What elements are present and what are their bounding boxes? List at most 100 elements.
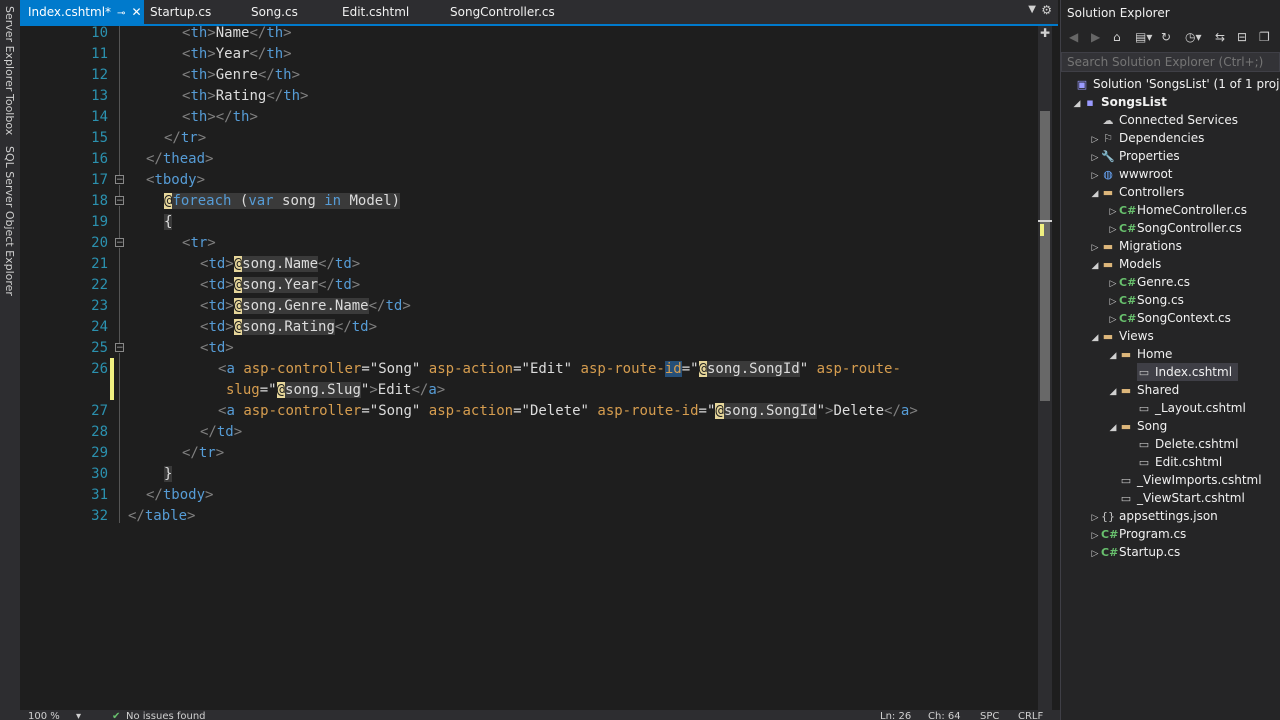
tab-label: Index.cshtml* [28,5,112,19]
solution-icon: ▣ [1076,78,1088,91]
expanded-arrow-icon[interactable]: ◢ [1107,419,1119,437]
line-number [60,380,108,401]
sync-icon[interactable]: ⇆ [1215,30,1225,44]
folder-icon: ▬ [1120,384,1132,397]
line-number: 10 [91,26,108,41]
tab-label: Startup.cs [150,5,212,19]
tree-item-startup-cs[interactable]: ▷ C#Startup.cs [1089,543,1181,563]
tree-item-solution[interactable]: ▣Solution 'SongsList' (1 of 1 project) [1075,75,1280,93]
close-icon[interactable]: ✕ [131,0,141,24]
outline-line [119,353,120,523]
tree-item-dependencies[interactable]: ▷ ⚐ Dependencies [1089,129,1205,147]
collapse-icon[interactable]: − [115,343,124,353]
show-all-files-icon[interactable]: ❐ [1259,30,1270,44]
line-number: 12 [91,67,108,83]
tree-item-layout-cshtml[interactable]: ▭ _Layout.cshtml [1137,399,1246,417]
server-explorer-tab[interactable]: Server Explorer [3,6,16,91]
tree-item-songcontext-cs[interactable]: ▷ C#SongContext.cs [1107,309,1231,327]
tree-item-views[interactable]: ◢ ▬ Views [1089,327,1154,345]
tree-item-wwwroot[interactable]: ▷ ◍ wwwroot [1089,165,1173,183]
tab-edit-cshtml[interactable]: Edit.cshtml [334,0,417,24]
line-number: 30 [91,466,108,482]
tree-item-migrations[interactable]: ▷ ▬ Migrations [1089,237,1182,255]
pin-icon[interactable]: ⊸ [117,2,125,26]
tree-item-viewimports[interactable]: ▭ _ViewImports.cshtml [1119,471,1262,489]
scrollbar-thumb[interactable] [1040,111,1050,401]
document-tab-bar: Index.cshtml* ⊸ ✕ Startup.cs Song.cs Edit.… [20,0,1058,24]
tree-item-properties[interactable]: ▷ 🔧 Properties [1089,147,1180,165]
zoom-level[interactable]: 100 % [28,710,60,720]
code-line: <th></th> [182,109,258,125]
issues-status[interactable]: No issues found [126,710,206,720]
tree-item-song-cs[interactable]: ▷ C#Song.cs [1107,291,1184,309]
switch-views-icon[interactable]: ▤▾ [1135,30,1152,44]
tree-item-homecontroller[interactable]: ▷ C#HomeController.cs [1107,201,1248,219]
tree-item-song-folder[interactable]: ◢ ▬ Song [1107,417,1168,437]
tab-song-cs[interactable]: Song.cs [243,0,306,24]
tree-item-project[interactable]: ◢ ▪ SongsList [1071,93,1167,111]
code-line: <a asp-controller="Song" asp-action="Del… [218,403,918,419]
collapsed-arrow-icon[interactable]: ▷ [1089,545,1101,563]
code-line: <a asp-controller="Song" asp-action="Edi… [218,361,901,377]
tab-songcontroller-cs[interactable]: SongController.cs [442,0,563,24]
expanded-arrow-icon[interactable]: ◢ [1107,383,1119,401]
tree-item-index-cshtml[interactable]: ▭ Index.cshtml [1137,363,1239,381]
collapse-icon[interactable]: − [115,196,124,206]
tab-startup-cs[interactable]: Startup.cs [142,0,219,24]
expanded-arrow-icon[interactable]: ◢ [1107,347,1119,365]
tab-index-cshtml[interactable]: Index.cshtml* ⊸ ✕ [20,0,144,24]
home-icon[interactable]: ⌂ [1113,30,1121,44]
tree-item-models[interactable]: ◢ ▬ Models [1089,255,1162,275]
tree-item-songcontroller[interactable]: ▷ C#SongController.cs [1107,219,1242,237]
tree-item-delete-cshtml[interactable]: ▭ Delete.cshtml [1137,435,1239,453]
folder-icon: ▬ [1120,348,1132,361]
razor-file-icon: ▭ [1120,474,1132,487]
line-number: 24 [91,319,108,335]
expanded-arrow-icon[interactable]: ◢ [1089,329,1101,347]
tab-label: Edit.cshtml [342,5,410,19]
tree-item-controllers[interactable]: ◢ ▬ Controllers [1089,183,1185,203]
line-number: 28 [91,424,108,440]
zoom-dropdown-icon[interactable]: ▾ [76,710,81,720]
code-line: </tr> [182,445,225,461]
tree-item-genre-cs[interactable]: ▷ C#Genre.cs [1107,273,1190,291]
gear-icon[interactable]: ⚙ [1041,3,1052,17]
tree-item-edit-cshtml[interactable]: ▭ Edit.cshtml [1137,453,1222,471]
code-editor[interactable]: − − − − 10 <th>Name</th> 11 <th>Year</th… [20,26,1038,710]
code-line: <th>Year</th> [182,46,292,62]
solution-search-input[interactable] [1067,54,1267,70]
expanded-arrow-icon[interactable]: ◢ [1071,95,1083,113]
code-line: </tr> [164,130,207,146]
tree-item-viewstart[interactable]: ▭ _ViewStart.cshtml [1119,489,1245,507]
tree-item-shared-folder[interactable]: ◢ ▬ Shared [1107,381,1180,401]
pending-changes-icon[interactable]: ↻ [1161,30,1171,44]
panel-title: Solution Explorer [1067,6,1170,20]
csharp-file-icon: C# [1101,546,1119,559]
history-icon[interactable]: ◷▾ [1185,30,1202,44]
editor-vertical-scrollbar[interactable] [1038,26,1052,710]
code-line: <tbody> [146,172,206,188]
expanded-arrow-icon[interactable]: ◢ [1089,185,1101,203]
folder-icon: ▬ [1102,186,1114,199]
solution-search-box[interactable] [1061,52,1280,72]
solution-explorer-panel: Solution Explorer ◀ ▶ ⌂ ▤▾ ↻ ◷▾ ⇆ ⊟ ❐ ▣S… [1060,0,1280,720]
collapse-icon[interactable]: − [115,238,124,248]
back-icon[interactable]: ◀ [1069,30,1078,44]
collapse-icon[interactable]: − [115,175,124,185]
sql-server-object-explorer-tab[interactable]: SQL Server Object Explorer [3,146,16,296]
toolbox-tab[interactable]: Toolbox [3,94,16,135]
collapse-all-icon[interactable]: ⊟ [1237,30,1247,44]
expanded-arrow-icon[interactable]: ◢ [1089,257,1101,275]
line-number: 32 [91,508,108,524]
forward-icon[interactable]: ▶ [1091,30,1100,44]
properties-icon: 🔧 [1101,150,1115,163]
csharp-file-icon: C# [1119,294,1137,307]
line-number: 13 [91,88,108,104]
tree-item-home-folder[interactable]: ◢ ▬ Home [1107,345,1173,365]
code-line: </table> [128,508,196,524]
tree-item-connected-services[interactable]: ☁ Connected Services [1101,111,1239,129]
tree-item-program-cs[interactable]: ▷ C#Program.cs [1089,525,1187,543]
tab-dropdown-icon[interactable]: ▼ [1028,4,1036,15]
tree-item-appsettings[interactable]: ▷{} appsettings.json [1089,507,1218,525]
split-window-icon[interactable]: ✚ [1038,26,1052,40]
